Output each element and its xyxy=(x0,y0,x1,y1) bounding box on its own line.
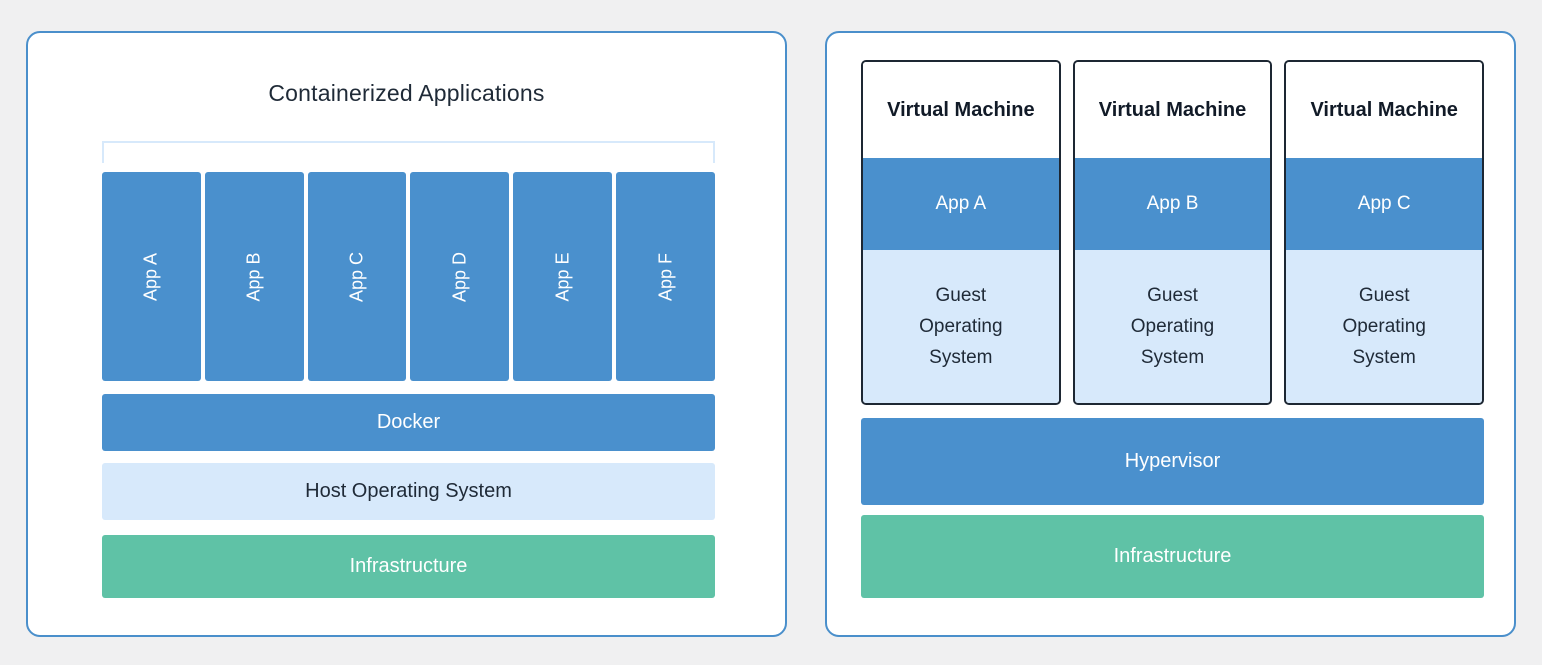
virtual-machine-app: App B xyxy=(1075,158,1271,250)
container-app-label: App C xyxy=(347,251,368,301)
virtual-machine-card[interactable]: Virtual Machine App A GuestOperatingSyst… xyxy=(861,60,1061,405)
virtual-machine-guest-os: GuestOperatingSystem xyxy=(1286,250,1482,403)
infrastructure-layer-right[interactable]: Infrastructure xyxy=(861,515,1484,598)
container-app-label: App E xyxy=(552,252,573,301)
virtual-machine-title: Virtual Machine xyxy=(1286,62,1482,158)
containers-panel: Containerized Applications App A App B A… xyxy=(26,31,787,637)
container-app-box[interactable]: App D xyxy=(410,172,509,381)
virtual-machine-title: Virtual Machine xyxy=(1075,62,1271,158)
virtual-machine-card[interactable]: Virtual Machine App B GuestOperatingSyst… xyxy=(1073,60,1273,405)
container-app-label: App B xyxy=(244,252,265,301)
virtual-machines-panel: Virtual Machine App A GuestOperatingSyst… xyxy=(825,31,1516,637)
container-app-box[interactable]: App C xyxy=(308,172,407,381)
container-app-box[interactable]: App B xyxy=(205,172,304,381)
host-operating-system-layer[interactable]: Host Operating System xyxy=(102,463,715,520)
container-engine-band xyxy=(102,141,715,163)
infrastructure-layer-left[interactable]: Infrastructure xyxy=(102,535,715,598)
container-app-box[interactable]: App A xyxy=(102,172,201,381)
container-app-box[interactable]: App E xyxy=(513,172,612,381)
docker-layer[interactable]: Docker xyxy=(102,394,715,451)
diagram-canvas: Containerized Applications App A App B A… xyxy=(0,0,1542,665)
container-app-label: App D xyxy=(449,251,470,301)
virtual-machine-card[interactable]: Virtual Machine App C GuestOperatingSyst… xyxy=(1284,60,1484,405)
virtual-machine-guest-os: GuestOperatingSystem xyxy=(863,250,1059,403)
containers-panel-title: Containerized Applications xyxy=(28,80,785,107)
virtual-machine-app: App A xyxy=(863,158,1059,250)
container-app-label: App F xyxy=(655,252,676,300)
virtual-machine-guest-os: GuestOperatingSystem xyxy=(1075,250,1271,403)
virtual-machine-app: App C xyxy=(1286,158,1482,250)
hypervisor-layer[interactable]: Hypervisor xyxy=(861,418,1484,505)
container-app-box[interactable]: App F xyxy=(616,172,715,381)
virtual-machines-row: Virtual Machine App A GuestOperatingSyst… xyxy=(861,60,1484,405)
container-apps-row: App A App B App C App D App E App F xyxy=(102,172,715,381)
container-app-label: App A xyxy=(141,252,162,300)
virtual-machine-title: Virtual Machine xyxy=(863,62,1059,158)
